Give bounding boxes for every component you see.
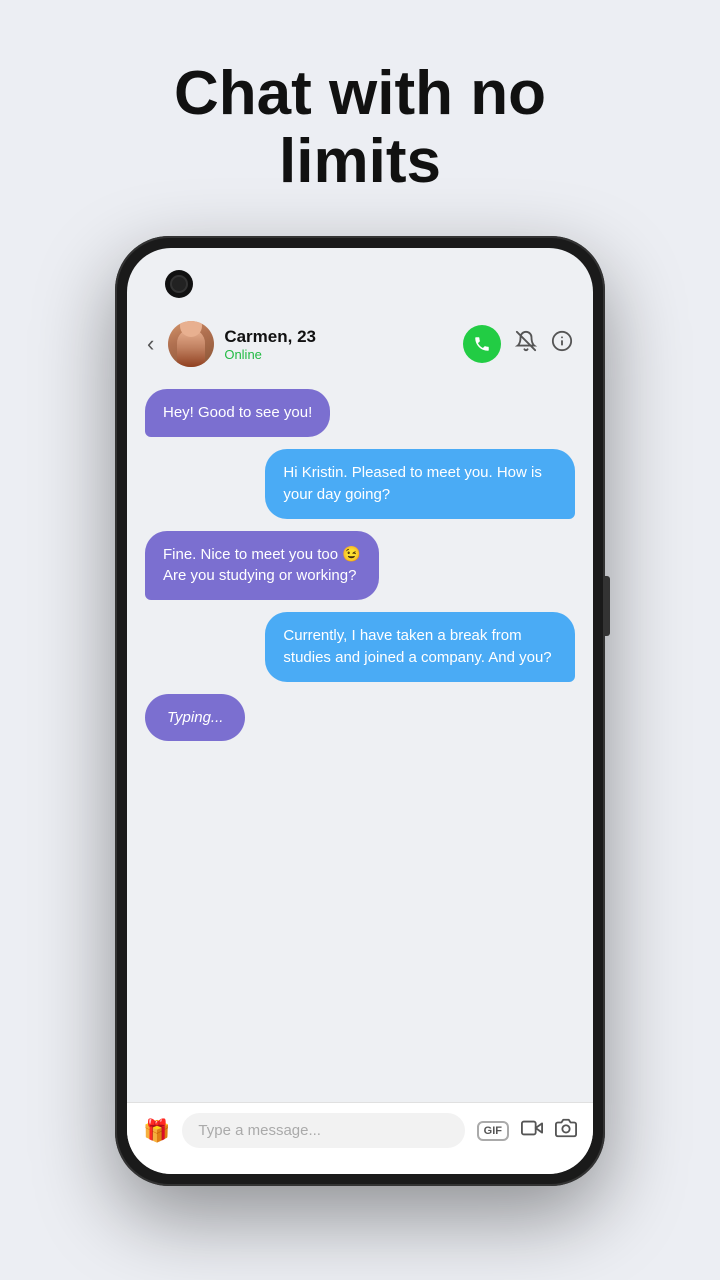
message-bubble-1: Hey! Good to see you! xyxy=(145,389,330,437)
message-bubble-3: Fine. Nice to meet you too 😉Are you stud… xyxy=(145,531,379,601)
camera-hole xyxy=(165,270,193,298)
phone-mockup: ‹ Carmen, 23 Online xyxy=(115,236,605,1186)
message-input[interactable]: Type a message... xyxy=(182,1113,464,1148)
avatar-silhouette xyxy=(177,329,205,367)
headline-line2: limits xyxy=(279,127,441,196)
avatar xyxy=(168,321,214,367)
phone-screen: ‹ Carmen, 23 Online xyxy=(127,248,593,1174)
gif-button[interactable]: GIF xyxy=(477,1121,509,1141)
messages-area: Hey! Good to see you! Hi Kristin. Please… xyxy=(127,379,593,1102)
back-button[interactable]: ‹ xyxy=(147,331,154,357)
contact-name: Carmen, 23 xyxy=(224,327,453,347)
info-button[interactable] xyxy=(551,330,573,358)
bottom-screen-padding xyxy=(127,1158,593,1174)
headline-line1: Chat with no xyxy=(174,59,546,128)
contact-status: Online xyxy=(224,347,453,362)
headline: Chat with no limits xyxy=(134,60,586,196)
message-text-1: Hey! Good to see you! xyxy=(163,404,312,421)
chat-header: ‹ Carmen, 23 Online xyxy=(127,303,593,379)
camera-button[interactable] xyxy=(555,1117,577,1145)
message-bubble-4: Currently, I have taken a break from stu… xyxy=(265,612,575,682)
typing-text: Typing... xyxy=(167,709,223,726)
call-button[interactable] xyxy=(463,325,501,363)
message-input-bar: 🎁 Type a message... GIF xyxy=(127,1102,593,1158)
typing-indicator: Typing... xyxy=(145,694,245,742)
avatar-image xyxy=(168,321,214,367)
message-bubble-2: Hi Kristin. Pleased to meet you. How is … xyxy=(265,449,575,519)
gift-icon[interactable]: 🎁 xyxy=(143,1118,170,1144)
mute-button[interactable] xyxy=(515,330,537,358)
message-text-4: Currently, I have taken a break from stu… xyxy=(283,627,551,666)
message-text-2: Hi Kristin. Pleased to meet you. How is … xyxy=(283,464,541,503)
message-text-3: Fine. Nice to meet you too 😉Are you stud… xyxy=(163,546,361,585)
header-icons xyxy=(463,325,573,363)
contact-info: Carmen, 23 Online xyxy=(224,327,453,362)
phone-outer-shell: ‹ Carmen, 23 Online xyxy=(115,236,605,1186)
side-button xyxy=(605,576,610,636)
video-button[interactable] xyxy=(521,1117,543,1145)
